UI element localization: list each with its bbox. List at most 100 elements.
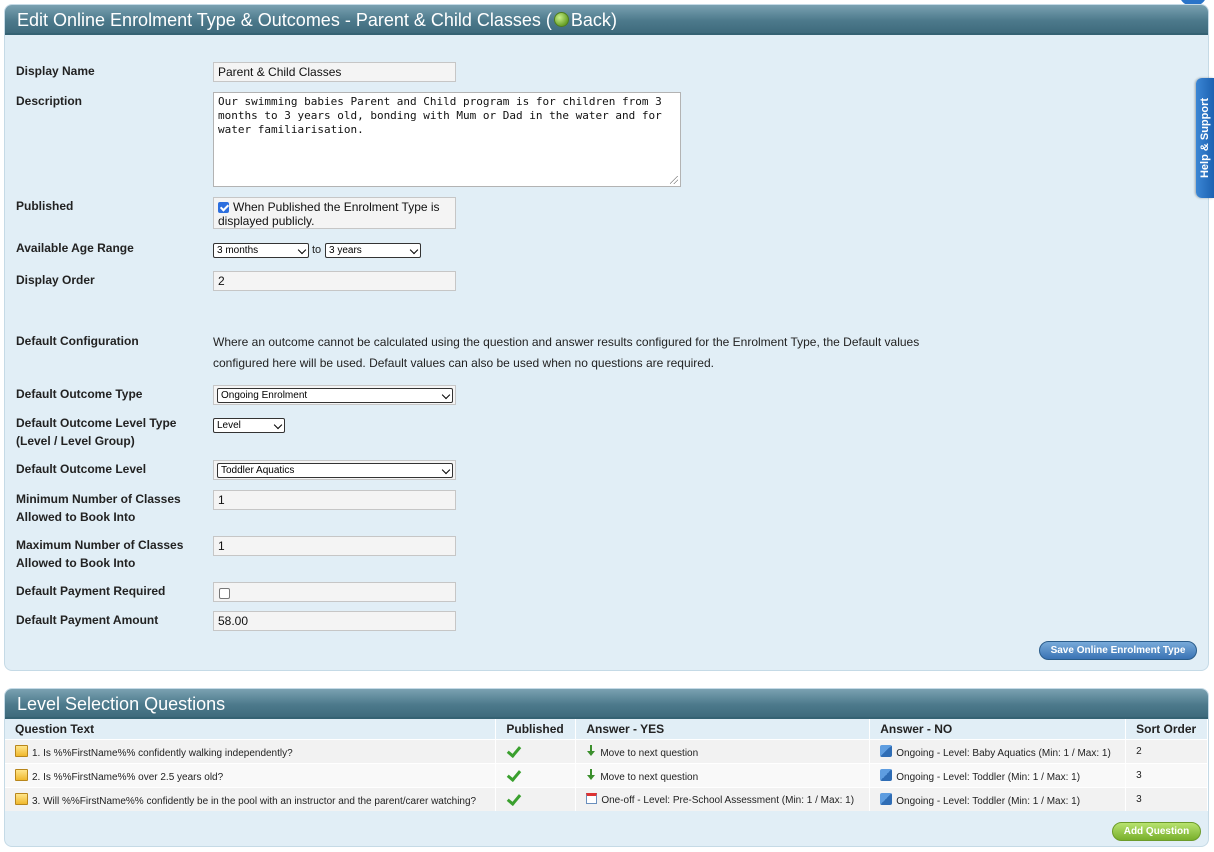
calendar-icon [586, 793, 598, 804]
edit-note-icon[interactable] [15, 792, 28, 805]
question-text: 2. Is %%FirstName%% over 2.5 years old? [32, 771, 224, 783]
level-selection-questions-panel: Level Selection Questions Question Text … [4, 688, 1209, 847]
max-classes-label-2: Allowed to Book Into [16, 556, 136, 570]
outcome-type-label: Default Outcome Type [16, 387, 143, 401]
display-order-input[interactable]: 2 [213, 271, 456, 291]
outcome-level-type-label-2: (Level / Level Group) [16, 434, 135, 448]
published-cell [495, 763, 577, 788]
display-order-label: Display Order [16, 273, 95, 287]
age-from-select[interactable]: 3 months [213, 243, 309, 258]
outcome-type-select[interactable]: Ongoing Enrolment [217, 388, 453, 403]
outcome-level-value: Toddler Aquatics [221, 465, 295, 476]
answer-yes-cell: One-off - Level: Pre-School Assessment (… [575, 787, 871, 811]
outcome-level-type-select[interactable]: Level [213, 418, 285, 433]
swap-icon [880, 768, 893, 781]
page-title: Edit Online Enrolment Type & Outcomes - … [17, 10, 552, 30]
back-link[interactable]: Back [552, 10, 611, 30]
answer-no-text: Ongoing - Level: Toddler (Min: 1 / Max: … [896, 795, 1081, 807]
payment-amount-label: Default Payment Amount [16, 613, 159, 627]
questions-panel-title: Level Selection Questions [17, 694, 226, 714]
answer-no-text: Ongoing - Level: Baby Aquatics (Min: 1 /… [896, 747, 1111, 759]
column-header-published: Published [495, 719, 577, 740]
checkmark-icon [507, 766, 522, 782]
answer-no-text: Ongoing - Level: Toddler (Min: 1 / Max: … [896, 771, 1081, 783]
answer-yes-cell: Move to next question [575, 763, 871, 788]
age-from-value: 3 months [217, 245, 259, 256]
max-classes-input[interactable]: 1 [213, 536, 456, 556]
sort-order-cell: 3 [1125, 763, 1208, 788]
arrow-down-icon [586, 768, 596, 781]
display-name-label: Display Name [16, 64, 95, 78]
max-classes-label-1: Maximum Number of Classes [16, 538, 184, 552]
answer-yes-cell: Move to next question [575, 739, 871, 764]
table-row[interactable]: 3. Will %%FirstName%% confidently be in … [5, 787, 1208, 811]
description-textarea[interactable]: Our swimming babies Parent and Child pro… [213, 92, 681, 187]
swap-icon [880, 792, 893, 805]
min-classes-input[interactable]: 1 [213, 490, 456, 510]
age-to-word: to [312, 244, 322, 256]
back-link-label: Back [570, 10, 611, 30]
default-config-text-1: Where an outcome cannot be calculated us… [213, 335, 920, 349]
outcome-level-type-label-1: Default Outcome Level Type [16, 416, 177, 430]
chevron-down-icon [441, 390, 451, 400]
payment-required-label: Default Payment Required [16, 584, 166, 598]
table-row[interactable]: 1. Is %%FirstName%% confidently walking … [5, 739, 1208, 764]
checkmark-icon [507, 790, 522, 806]
edit-note-icon[interactable] [15, 768, 28, 781]
payment-amount-input[interactable]: 58.00 [213, 611, 456, 631]
help-support-label: Help & Support [1199, 97, 1211, 179]
age-to-select[interactable]: 3 years [325, 243, 421, 258]
published-help-text: When Published the Enrolment Type is dis… [218, 200, 440, 228]
min-classes-label-1: Minimum Number of Classes [16, 492, 181, 506]
column-header-answer-yes: Answer - YES [575, 719, 871, 740]
description-label: Description [16, 94, 83, 108]
edit-panel-header: Edit Online Enrolment Type & Outcomes - … [5, 5, 1208, 35]
outcome-level-type-value: Level [217, 420, 241, 431]
question-text: 3. Will %%FirstName%% confidently be in … [32, 795, 477, 807]
title-suffix: ) [610, 10, 617, 30]
help-support-tab[interactable]: Help & Support [1196, 78, 1214, 198]
chevron-down-icon [441, 465, 451, 475]
question-cell[interactable]: 1. Is %%FirstName%% confidently walking … [5, 739, 497, 764]
question-cell[interactable]: 2. Is %%FirstName%% over 2.5 years old? [5, 763, 497, 788]
table-row[interactable]: 2. Is %%FirstName%% over 2.5 years old? … [5, 763, 1208, 788]
column-header-answer-no: Answer - NO [869, 719, 1127, 740]
published-cell [495, 739, 577, 764]
display-name-input[interactable]: Parent & Child Classes [213, 62, 456, 82]
default-config-text-2: configured here will be used. Default va… [213, 356, 714, 370]
published-checkbox[interactable] [218, 202, 229, 213]
column-header-question-text: Question Text [5, 719, 497, 740]
chevron-down-icon [297, 245, 307, 255]
edit-note-icon[interactable] [15, 744, 28, 757]
description-text: Our swimming babies Parent and Child pro… [218, 95, 662, 136]
age-to-value: 3 years [329, 245, 362, 256]
chevron-down-icon [273, 420, 283, 430]
question-cell[interactable]: 3. Will %%FirstName%% confidently be in … [5, 787, 497, 811]
swap-icon [880, 744, 893, 757]
checkmark-icon [507, 742, 522, 758]
save-enrolment-type-button[interactable]: Save Online Enrolment Type [1039, 641, 1197, 660]
published-field: When Published the Enrolment Type is dis… [213, 197, 456, 229]
outcome-level-select[interactable]: Toddler Aquatics [217, 463, 453, 478]
arrow-down-icon [586, 744, 596, 757]
default-config-label: Default Configuration [16, 334, 139, 348]
add-question-button[interactable]: Add Question [1112, 822, 1201, 841]
chevron-down-icon [409, 245, 419, 255]
answer-yes-text: Move to next question [600, 771, 699, 783]
back-arrow-icon [553, 12, 569, 27]
min-classes-label-2: Allowed to Book Into [16, 510, 136, 524]
questions-table: Question Text Published Answer - YES Ans… [5, 719, 1208, 811]
answer-no-cell: Ongoing - Level: Toddler (Min: 1 / Max: … [869, 763, 1127, 788]
question-text: 1. Is %%FirstName%% confidently walking … [32, 747, 293, 759]
age-range-label: Available Age Range [16, 241, 134, 255]
outcome-level-label: Default Outcome Level [16, 462, 147, 476]
published-label: Published [16, 199, 74, 213]
answer-no-cell: Ongoing - Level: Toddler (Min: 1 / Max: … [869, 787, 1127, 811]
sort-order-cell: 2 [1125, 739, 1208, 764]
payment-required-field [213, 582, 456, 602]
outcome-type-value: Ongoing Enrolment [221, 390, 308, 401]
questions-panel-header: Level Selection Questions [5, 689, 1208, 719]
resize-grip-icon[interactable] [670, 176, 678, 184]
payment-required-checkbox[interactable] [219, 588, 230, 599]
answer-yes-text: One-off - Level: Pre-School Assessment (… [601, 795, 855, 806]
